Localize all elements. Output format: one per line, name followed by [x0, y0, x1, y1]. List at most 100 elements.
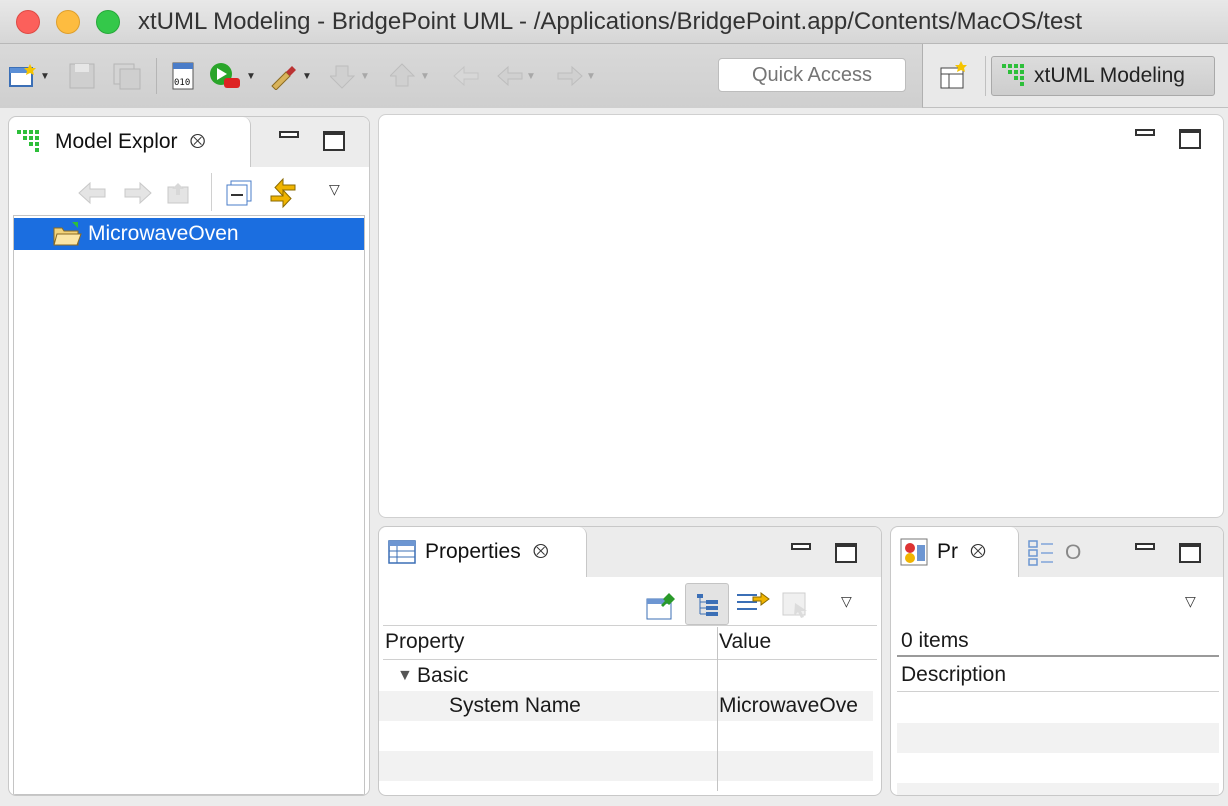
- next-annotation-button[interactable]: ▼: [330, 62, 370, 90]
- tree-item-label: MicrowaveOven: [88, 222, 239, 245]
- chevron-down-icon[interactable]: ▼: [246, 71, 256, 82]
- column-header-value[interactable]: Value: [719, 630, 771, 654]
- tab-outline[interactable]: O: [1027, 539, 1081, 567]
- tab-problems[interactable]: Pr ⮾: [891, 527, 1019, 577]
- property-name: System Name: [449, 694, 581, 717]
- up-folder-icon[interactable]: [165, 179, 193, 207]
- view-menu-icon[interactable]: ▽: [329, 181, 340, 198]
- main-toolbar: ▼ 010 ▼ ▼ ▼ ▼ ▼ ▼ Quick Access xtUML Mod…: [0, 44, 1228, 108]
- table-row[interactable]: System Name MicrowaveOve: [379, 691, 873, 721]
- arrow-left-icon: [497, 65, 523, 87]
- chevron-down-icon[interactable]: ▼: [360, 71, 370, 82]
- next-annotation-icon: [330, 65, 356, 89]
- save-button[interactable]: [68, 62, 96, 90]
- tree-categories-icon: [697, 594, 718, 616]
- open-perspective-button[interactable]: [939, 60, 969, 96]
- table-row: [379, 751, 873, 781]
- xtuml-icon: [1002, 64, 1024, 86]
- window-zoom-button[interactable]: [96, 10, 120, 34]
- launch-button[interactable]: ▼: [208, 62, 256, 90]
- column-header-property[interactable]: Property: [385, 630, 464, 654]
- tab-label: O: [1065, 541, 1082, 564]
- model-tree: MicrowaveOven: [13, 215, 365, 795]
- model-explorer-tabstrip: Model Explor ⮾: [9, 117, 369, 167]
- perspective-label: xtUML Modeling: [1034, 64, 1185, 87]
- minimize-button[interactable]: [791, 543, 811, 550]
- chevron-down-icon[interactable]: ▼: [40, 71, 50, 82]
- save-all-button[interactable]: [112, 62, 142, 90]
- property-value: MicrowaveOve: [719, 694, 858, 717]
- minimize-button[interactable]: [1135, 543, 1155, 550]
- save-all-icon: [113, 63, 141, 90]
- maximize-button[interactable]: [1179, 129, 1201, 149]
- xtuml-modeling-perspective-button[interactable]: xtUML Modeling: [991, 56, 1215, 96]
- chevron-down-icon[interactable]: ▼: [586, 71, 596, 82]
- table-row: [897, 783, 1219, 795]
- open-folder-icon: [53, 222, 82, 246]
- new-wizard-button[interactable]: ▼: [8, 62, 50, 90]
- close-icon[interactable]: ⮾: [190, 131, 206, 154]
- table-row[interactable]: ▼ Basic: [379, 661, 873, 691]
- expand-triangle-icon[interactable]: ▼: [397, 667, 413, 685]
- link-with-editor-icon[interactable]: [265, 177, 301, 209]
- show-categories-button[interactable]: [685, 583, 729, 625]
- window-minimize-button[interactable]: [56, 10, 80, 34]
- header-border: [383, 659, 877, 660]
- view-menu-icon[interactable]: ▽: [1185, 593, 1196, 610]
- properties-panel: Properties ⮾ ▽ Property Value ▼ Basic Sy…: [378, 526, 882, 796]
- restore-default-icon[interactable]: [781, 589, 813, 619]
- binary-file-icon: 010: [172, 62, 194, 90]
- group-label: Basic: [417, 664, 469, 687]
- show-advanced-icon[interactable]: [735, 589, 771, 619]
- column-separator: [717, 627, 718, 791]
- tab-label: Properties: [425, 540, 521, 563]
- back-button[interactable]: ▼: [496, 62, 536, 90]
- perspective-switcher: xtUML Modeling: [922, 44, 1228, 108]
- last-edit-location-button[interactable]: [452, 62, 482, 90]
- arrow-left-icon[interactable]: [77, 179, 109, 207]
- editor-area: [378, 114, 1224, 518]
- table-row: [379, 721, 873, 751]
- build-button[interactable]: 010: [170, 62, 198, 90]
- chevron-down-icon[interactable]: ▼: [526, 71, 536, 82]
- table-row: [897, 723, 1219, 753]
- maximize-button[interactable]: [323, 131, 345, 151]
- window-close-button[interactable]: [16, 10, 40, 34]
- arrow-right-icon[interactable]: [121, 179, 153, 207]
- xtuml-icon: [17, 130, 39, 152]
- run-verifier-icon: [210, 63, 240, 88]
- quick-access-input[interactable]: [718, 58, 906, 92]
- previous-annotation-icon: [390, 63, 416, 87]
- minimize-button[interactable]: [1135, 129, 1155, 136]
- toolbar-separator: [211, 173, 212, 211]
- svg-text:010: 010: [174, 78, 190, 88]
- pin-view-icon[interactable]: [645, 591, 679, 621]
- close-icon[interactable]: ⮾: [970, 541, 986, 564]
- properties-tabstrip: Properties ⮾: [379, 527, 881, 577]
- collapse-all-icon[interactable]: [225, 179, 255, 209]
- chevron-down-icon[interactable]: ▼: [420, 71, 430, 82]
- table-header: Property Value: [379, 627, 873, 657]
- problems-panel: Pr ⮾ O ▽ 0 items Description: [890, 526, 1224, 796]
- previous-annotation-button[interactable]: ▼: [390, 62, 430, 90]
- maximize-button[interactable]: [1179, 543, 1201, 563]
- close-icon[interactable]: ⮾: [533, 541, 549, 564]
- forward-button[interactable]: ▼: [556, 62, 596, 90]
- column-header-description[interactable]: Description: [901, 663, 1006, 687]
- chevron-down-icon[interactable]: ▼: [302, 71, 312, 82]
- tab-properties[interactable]: Properties ⮾: [379, 527, 587, 577]
- save-icon: [69, 63, 95, 89]
- tab-model-explorer[interactable]: Model Explor ⮾: [9, 117, 251, 167]
- external-tools-button[interactable]: ▼: [268, 62, 312, 90]
- view-menu-icon[interactable]: ▽: [841, 593, 852, 610]
- minimize-button[interactable]: [279, 131, 299, 138]
- header-border: [897, 691, 1219, 692]
- open-perspective-icon: [940, 61, 967, 89]
- maximize-button[interactable]: [835, 543, 857, 563]
- tab-label: Model Explor: [55, 130, 178, 153]
- count-divider: [897, 655, 1219, 657]
- problems-icon: [900, 538, 928, 566]
- last-edit-icon: [453, 65, 479, 87]
- properties-table-icon: [388, 540, 416, 564]
- tree-item[interactable]: MicrowaveOven: [14, 218, 364, 250]
